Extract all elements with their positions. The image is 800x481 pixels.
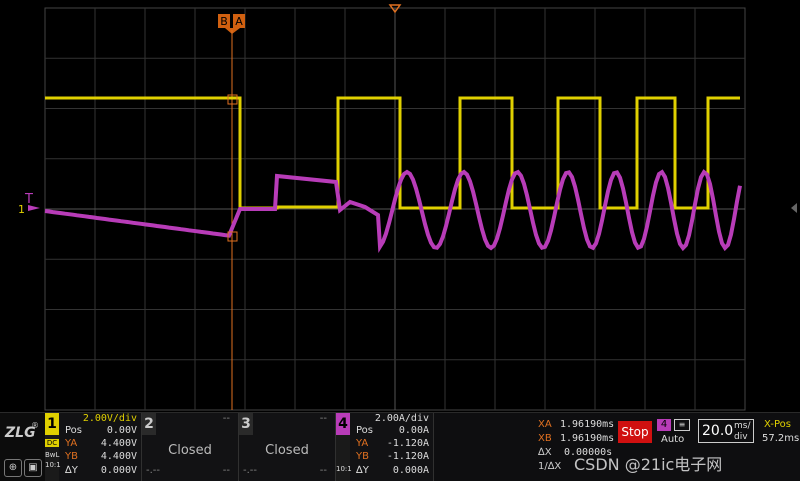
oscilloscope-screen: B A T 1 ZLG ® ⊕ ▣ 1 DC BwL 10:1 2.00V/di… [0,0,800,481]
channel-1-pos: 0.00V [106,425,137,436]
channel-1-dy-label: ∆Y [65,465,78,476]
channel-4-side: 10:1 [336,435,352,481]
run-stop-button[interactable]: Stop [618,421,652,443]
channel-1-ya: 4.400V [100,438,137,449]
channel-4-panel[interactable]: 4 10:1 2.00A/div Pos 0.00A YA -1.120A YB… [336,413,434,481]
bottom-status-bar: ZLG ® ⊕ ▣ 1 DC BwL 10:1 2.00V/div Pos 0.… [0,412,800,481]
xpos-value[interactable]: 57.2ms [762,433,799,444]
channel-3-top: -- [319,413,327,424]
channel-1-panel[interactable]: 1 DC BwL 10:1 2.00V/div Pos 0.00V YA 4.4… [45,413,142,481]
cursor-xa: 1.96190ms [560,419,615,430]
channel-4-pos-label: Pos [356,425,374,436]
channel-2-panel[interactable]: 2 -- Closed -.-- -- [142,413,239,481]
channel-4-number: 4 [336,413,350,435]
channel-4-dy-label: ∆Y [356,465,369,476]
channel-3-dash-right: -- [319,465,327,476]
cursor-inv-dx-label: 1/∆X [538,461,562,472]
zoom-icon[interactable]: ⊕ [4,459,22,477]
channel-4-dy: 0.000A [392,465,429,476]
cursor-xb-label: XB [538,433,552,444]
logo-area: ZLG ® ⊕ ▣ [0,413,45,481]
channel-1-probe: 10:1 [45,461,61,469]
channel-3-status: Closed [265,443,309,458]
channel-1-scale: 2.00V/div [82,413,137,424]
channel-4-pos: 0.00A [398,425,429,436]
channel-4-yb-label: YB [356,451,369,462]
timebase-box[interactable]: 20.0 ms/ div [698,419,754,443]
channel-1-dy: 0.000V [100,465,137,476]
channel-3-panel[interactable]: 3 -- Closed -.-- -- [239,413,336,481]
channel-3-number: 3 [239,413,253,435]
ch1-level-marker[interactable]: 1 [18,203,25,216]
channel-1-number: 1 [45,413,59,435]
screenshot-icon[interactable]: ▣ [24,459,42,477]
channel-2-top: -- [222,413,230,424]
right-scroll-arrow-icon[interactable] [791,203,797,213]
watermark: CSDN @21ic电子网 [574,455,723,474]
timebase-value: 20.0 [702,423,734,439]
trigger-mode[interactable]: Auto [661,434,684,445]
channel-1-coupling: DC [45,439,59,447]
timebase-unit-bottom: div [734,432,748,442]
timebase-unit-top: ms/ [734,421,751,431]
ch1-waveform [45,96,740,210]
trigger-edge-icon: ≡ [674,419,690,431]
cursor-xb: 1.96190ms [560,433,615,444]
channel-1-ya-label: YA [65,438,78,449]
cursor-dx-label: ∆X [538,447,552,458]
graticule [44,7,746,411]
channel-3-dash-left: -.-- [243,465,258,476]
trigger-source[interactable]: 4 [657,419,671,431]
trigger-arrow-icon [28,205,40,211]
channel-4-ya: -1.120A [386,438,429,449]
channel-1-bw: BwL [45,451,60,459]
channel-4-ya-label: YA [356,438,369,449]
waveform-display[interactable]: B A T 1 [0,0,800,412]
cursor-a-label: A [235,15,243,28]
channel-1-yb-label: YB [65,451,78,462]
cursor-b-label: B [220,15,228,28]
channel-2-dash-left: -.-- [146,465,161,476]
xpos-label: X-Pos [764,419,791,430]
channel-2-number: 2 [142,413,156,435]
cursor-xa-label: XA [538,419,552,430]
trigger-level-marker[interactable]: T [24,192,33,207]
channel-1-side: DC BwL 10:1 [45,435,61,481]
channel-1-yb: 4.400V [100,451,137,462]
channel-1-pos-label: Pos [65,425,83,436]
channel-2-status: Closed [168,443,212,458]
registered-icon: ® [31,421,39,430]
channel-4-probe: 10:1 [336,465,352,473]
channel-2-dash-right: -- [222,465,230,476]
channel-4-scale: 2.00A/div [374,413,429,424]
channel-4-yb: -1.120A [386,451,429,462]
